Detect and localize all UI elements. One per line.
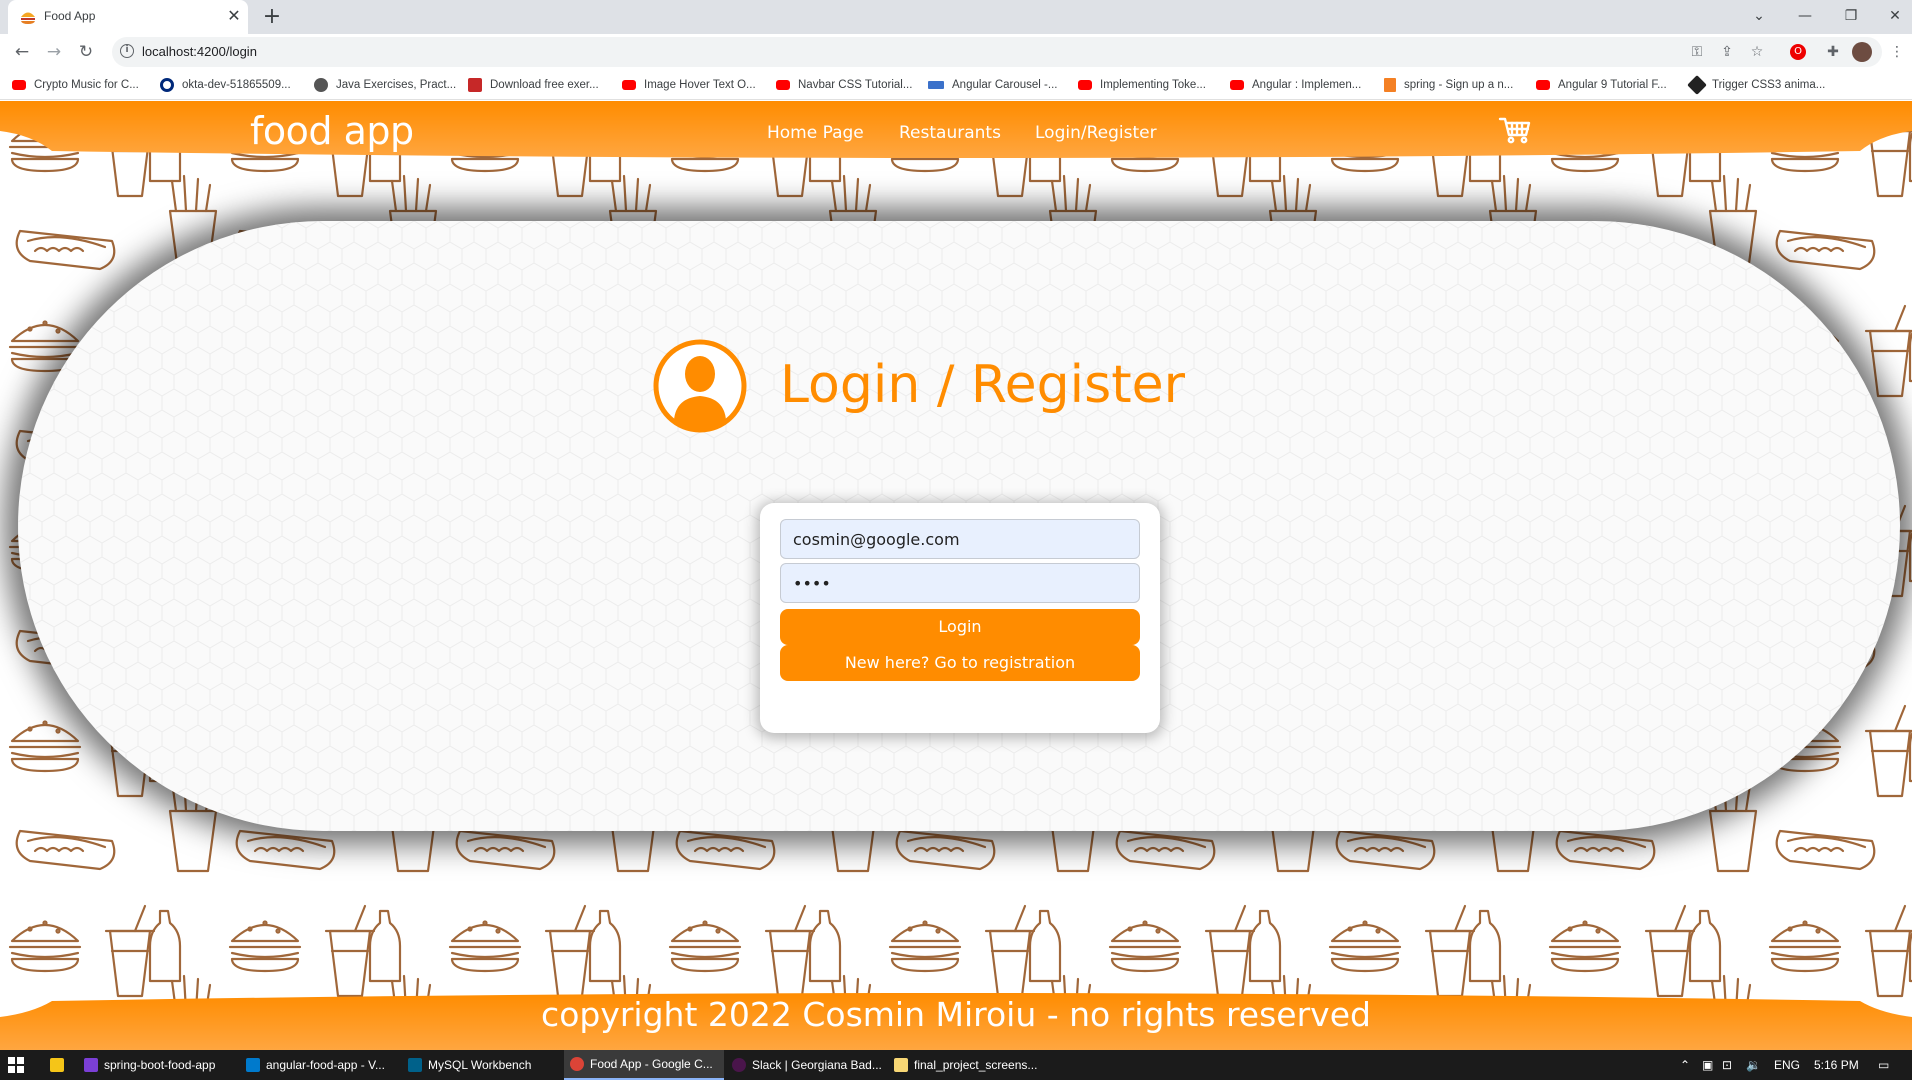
taskbar-app-slack[interactable]: Slack | Georgiana Bad... [726, 1050, 886, 1080]
browser-tab-food-app[interactable]: Food App ✕ [8, 0, 248, 34]
reload-icon[interactable]: ↻ [74, 40, 98, 64]
bookmark-item[interactable]: Angular : Implemen... [1230, 77, 1361, 93]
browser-tabstrip: Food App ✕ + ⌄ — ❐ ✕ [0, 0, 1912, 34]
youtube-icon [622, 80, 636, 90]
browser-menu-icon[interactable]: ⋮ [1886, 41, 1908, 63]
vscode-icon [246, 1058, 260, 1072]
user-avatar-icon [653, 339, 747, 433]
bookmark-item[interactable]: Angular Carousel -... [928, 77, 1057, 93]
tab-search-icon[interactable]: ⌄ [1746, 4, 1772, 28]
footer-copyright: copyright 2022 Cosmin Miroiu - no rights… [541, 995, 1371, 1034]
notifications-icon[interactable]: ▭ [1878, 1050, 1889, 1080]
bookmark-item[interactable]: okta-dev-51865509... [160, 77, 291, 93]
taskbar-app-vscode[interactable]: angular-food-app - V... [240, 1050, 400, 1080]
shopping-cart-icon[interactable] [1498, 115, 1532, 145]
login-form-card: Login New here? Go to registration [760, 503, 1160, 733]
opera-extension-icon[interactable]: O [1790, 44, 1806, 60]
bookmark-star-icon[interactable]: ☆ [1746, 41, 1768, 63]
youtube-icon [776, 80, 790, 90]
download-site-icon [468, 78, 482, 92]
intellij-icon [84, 1058, 98, 1072]
nav-login-register[interactable]: Login/Register [1035, 123, 1157, 143]
restore-icon[interactable]: ❐ [1838, 4, 1864, 28]
volume-icon[interactable]: 🔉 [1746, 1050, 1761, 1080]
page-title: Login / Register [780, 355, 1185, 415]
taskbar-app-chrome[interactable]: Food App - Google C... [564, 1050, 724, 1080]
app-footer: copyright 2022 Cosmin Miroiu - no rights… [0, 991, 1912, 1050]
bookmark-item[interactable]: Download free exer... [468, 77, 599, 93]
bookmarks-bar: Crypto Music for C... okta-dev-51865509.… [0, 70, 1912, 100]
youtube-icon [1536, 80, 1550, 90]
mdb-icon [928, 81, 944, 89]
key-icon[interactable]: ⚿ [1686, 41, 1708, 63]
mysql-workbench-icon [408, 1058, 422, 1072]
extensions-puzzle-icon[interactable]: ✚ [1822, 41, 1844, 63]
stackoverflow-icon [1384, 78, 1396, 92]
address-bar[interactable]: i localhost:4200/login ⚿ ⇪ ☆ [112, 37, 1882, 67]
share-icon[interactable]: ⇪ [1716, 41, 1738, 63]
sticky-notes-icon [50, 1058, 64, 1072]
email-field[interactable] [780, 519, 1140, 559]
bookmark-item[interactable]: Navbar CSS Tutorial... [776, 77, 912, 93]
forward-icon[interactable]: → [42, 40, 66, 64]
address-url[interactable]: localhost:4200/login [142, 44, 257, 59]
login-button[interactable]: Login [780, 609, 1140, 645]
bookmark-item[interactable]: Angular 9 Tutorial F... [1536, 77, 1667, 93]
close-window-icon[interactable]: ✕ [1882, 4, 1908, 28]
tray-device-icon[interactable]: ▣ [1702, 1050, 1713, 1080]
nav-restaurants[interactable]: Restaurants [899, 123, 1001, 143]
go-to-registration-button[interactable]: New here? Go to registration [780, 645, 1140, 681]
language-indicator[interactable]: ENG [1774, 1050, 1800, 1080]
taskbar-app-folder[interactable]: final_project_screens... [888, 1050, 1048, 1080]
chrome-icon [570, 1057, 584, 1071]
bookmark-item[interactable]: Image Hover Text O... [622, 77, 756, 93]
okta-icon [160, 78, 174, 92]
taskbar-app-intellij[interactable]: spring-boot-food-app [78, 1050, 238, 1080]
bookmark-item[interactable]: Crypto Music for C... [12, 77, 139, 93]
taskbar-app-mysql-workbench[interactable]: MySQL Workbench [402, 1050, 562, 1080]
food-app-favicon-icon [21, 12, 35, 24]
windows-start-icon[interactable] [8, 1057, 24, 1073]
clock[interactable]: 5:16 PM [1814, 1050, 1859, 1080]
bookmark-item[interactable]: Trigger CSS3 anima... [1687, 75, 1825, 95]
globe-icon [314, 78, 328, 92]
new-tab-button[interactable]: + [260, 5, 284, 29]
profile-avatar[interactable] [1852, 42, 1872, 62]
password-field[interactable] [780, 563, 1140, 603]
youtube-icon [12, 80, 26, 90]
codepen-icon [1687, 75, 1707, 95]
minimize-icon[interactable]: — [1792, 4, 1818, 28]
tray-chevron-icon[interactable]: ⌃ [1680, 1050, 1690, 1080]
taskbar-sticky-app[interactable] [42, 1050, 74, 1080]
folder-icon [894, 1058, 908, 1072]
back-icon[interactable]: ← [10, 40, 34, 64]
bookmark-item[interactable]: Java Exercises, Pract... [314, 77, 456, 93]
bookmark-item[interactable]: Implementing Toke... [1078, 77, 1206, 93]
windows-taskbar: spring-boot-food-app angular-food-app - … [0, 1050, 1912, 1080]
youtube-icon [1230, 80, 1244, 90]
browser-toolbar: ← → ↻ i localhost:4200/login ⚿ ⇪ ☆ O ✚ ⋮ [0, 34, 1912, 70]
bookmark-item[interactable]: spring - Sign up a n... [1384, 77, 1513, 93]
site-info-icon[interactable]: i [120, 44, 134, 58]
nav-home-page[interactable]: Home Page [767, 123, 864, 143]
network-icon[interactable]: ⊡ [1722, 1050, 1732, 1080]
tab-title: Food App [44, 9, 96, 23]
slack-icon [732, 1058, 746, 1072]
page-viewport: food app Home Page Restaurants Login/Reg… [0, 101, 1912, 1050]
tab-close-icon[interactable]: ✕ [224, 6, 244, 26]
app-header: food app Home Page Restaurants Login/Reg… [0, 101, 1912, 165]
brand-logo[interactable]: food app [250, 109, 414, 153]
youtube-icon [1078, 80, 1092, 90]
